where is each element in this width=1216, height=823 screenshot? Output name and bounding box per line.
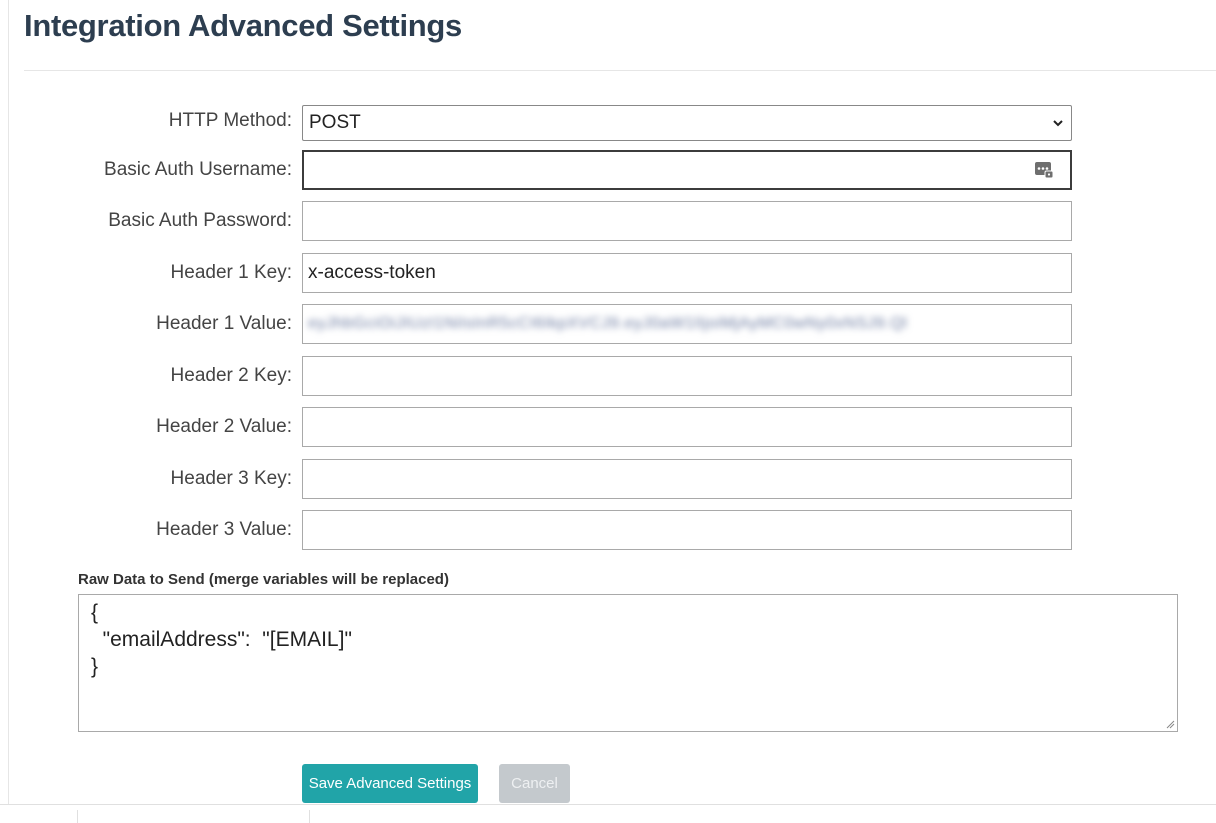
raw-data-label: Raw Data to Send (merge variables will b…	[78, 571, 449, 588]
header2-value-row: Header 2 Value:	[0, 407, 1216, 447]
title-divider	[24, 70, 1216, 71]
header1-key-row: Header 1 Key:	[0, 253, 1216, 293]
http-method-value: POST	[309, 112, 361, 133]
header2-value-label: Header 2 Value:	[156, 416, 292, 437]
header3-key-row: Header 3 Key:	[0, 459, 1216, 499]
header1-key-label: Header 1 Key:	[170, 262, 292, 283]
header2-key-row: Header 2 Key:	[0, 356, 1216, 396]
chevron-down-icon	[1053, 120, 1063, 127]
page-title: Integration Advanced Settings	[24, 8, 462, 43]
header3-value-row: Header 3 Value:	[0, 510, 1216, 550]
header1-value-row: Header 1 Value: eyJhbGciOiJIUzI1NiIsInR5…	[0, 304, 1216, 344]
header2-key-input[interactable]	[302, 356, 1072, 396]
header2-key-label: Header 2 Key:	[170, 365, 292, 386]
footer-divider	[77, 810, 78, 823]
header3-value-input[interactable]	[302, 510, 1072, 550]
footer-divider	[309, 810, 310, 823]
password-manager-key-icon[interactable]	[1034, 161, 1054, 179]
header3-value-label: Header 3 Value:	[156, 519, 292, 540]
header3-key-label: Header 3 Key:	[170, 468, 292, 489]
cancel-button[interactable]: Cancel	[499, 764, 570, 803]
bottom-divider	[0, 804, 1216, 805]
raw-data-textarea[interactable]: { "emailAddress": "[EMAIL]" }	[78, 594, 1178, 732]
header2-value-input[interactable]	[302, 407, 1072, 447]
basic-auth-password-label: Basic Auth Password:	[108, 210, 292, 231]
header1-value-label: Header 1 Value:	[156, 313, 292, 334]
header3-key-input[interactable]	[302, 459, 1072, 499]
header1-key-input[interactable]	[302, 253, 1072, 293]
resize-grip-icon[interactable]	[1165, 719, 1175, 729]
http-method-select[interactable]: POST	[302, 105, 1072, 141]
http-method-row: HTTP Method: POST	[0, 101, 1216, 141]
basic-auth-username-row: Basic Auth Username:	[0, 150, 1216, 190]
save-advanced-settings-button[interactable]: Save Advanced Settings	[302, 764, 478, 803]
basic-auth-username-input[interactable]	[302, 150, 1072, 190]
basic-auth-password-row: Basic Auth Password:	[0, 201, 1216, 241]
http-method-label: HTTP Method:	[168, 110, 292, 131]
basic-auth-username-label: Basic Auth Username:	[104, 159, 292, 180]
header1-value-input[interactable]: eyJhbGciOiJIUzI1NiIsInR5cCI6IkpXVCJ9.eyJ…	[302, 304, 1072, 344]
basic-auth-password-input[interactable]	[302, 201, 1072, 241]
header1-value-text: eyJhbGciOiJIUzI1NiIsInR5cCI6IkpXVCJ9.eyJ…	[308, 315, 908, 332]
